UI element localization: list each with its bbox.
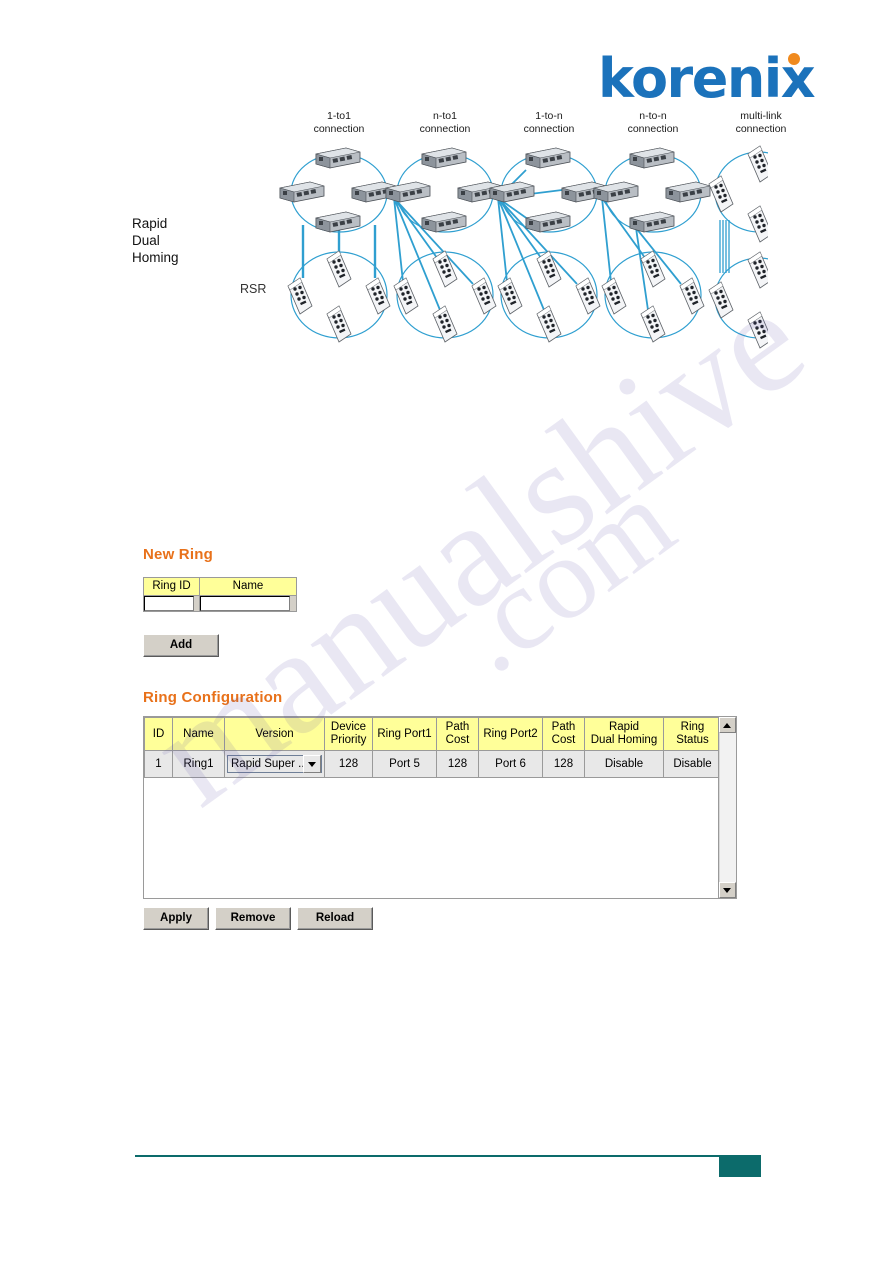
diagram-canvas bbox=[279, 145, 768, 349]
arrow-down-icon bbox=[723, 887, 732, 893]
col-header-device-priority-line2: Priority bbox=[330, 734, 367, 746]
cell-name: Ring1 bbox=[172, 750, 225, 778]
cell-device-priority: 128 bbox=[324, 750, 373, 778]
cell-version[interactable]: Rapid Super ... bbox=[224, 750, 325, 778]
ring-name-input[interactable] bbox=[200, 596, 290, 611]
logo-dot-icon bbox=[788, 53, 801, 65]
cell-ring-port1: Port 5 bbox=[372, 750, 437, 778]
rapid-dual-homing-diagram: 1-to1 connection n-to1 connection 1-to-n… bbox=[128, 110, 786, 360]
cell-ring-status: Disable bbox=[663, 750, 718, 778]
cell-ring-port2: Port 6 bbox=[478, 750, 543, 778]
new-ring-header-row: Ring ID Name bbox=[143, 577, 297, 596]
col-header-ring-status-line1: Ring bbox=[680, 721, 705, 733]
col-header-ring-port1-line1: Ring Port1 bbox=[377, 727, 432, 740]
ring-configuration-heading: Ring Configuration bbox=[143, 689, 283, 706]
col-header-path-cost-1: Path Cost bbox=[436, 717, 479, 751]
col-header-id-line1: ID bbox=[152, 727, 165, 740]
page-number-box bbox=[719, 1155, 761, 1177]
version-select[interactable]: Rapid Super ... bbox=[227, 755, 322, 773]
add-button[interactable]: Add bbox=[143, 634, 219, 657]
diagram-group-multi-link bbox=[708, 145, 768, 349]
watermark-text-secondary: .com bbox=[431, 454, 697, 698]
col-header-ring-port1: Ring Port1 bbox=[372, 717, 437, 751]
cell-path-cost-2: 128 bbox=[542, 750, 585, 778]
col-header-path-cost-2-line1: Path bbox=[551, 721, 576, 733]
new-ring-heading: New Ring bbox=[143, 546, 213, 563]
remove-button[interactable]: Remove bbox=[215, 907, 291, 930]
chevron-down-icon[interactable] bbox=[303, 755, 321, 773]
apply-button[interactable]: Apply bbox=[143, 907, 209, 930]
diagram-group-1-to-n bbox=[489, 147, 607, 343]
version-select-value: Rapid Super ... bbox=[231, 758, 303, 770]
new-ring-header-name: Name bbox=[199, 577, 297, 596]
korenix-logo: korenix bbox=[598, 52, 816, 106]
cell-id: 1 bbox=[144, 750, 173, 778]
col-header-rapid-dual-homing: Rapid Dual Homing bbox=[584, 717, 664, 751]
cell-path-cost-1: 128 bbox=[436, 750, 479, 778]
logo-text: korenix bbox=[598, 47, 816, 110]
col-header-id: ID bbox=[144, 717, 173, 751]
new-ring-name-cell bbox=[199, 595, 297, 612]
col-header-ring-port2: Ring Port2 bbox=[478, 717, 543, 751]
col-header-rapid-dual-homing-line2: Dual Homing bbox=[590, 734, 658, 746]
new-ring-header-ring-id: Ring ID bbox=[143, 577, 200, 596]
new-ring-ring-id-cell bbox=[143, 595, 200, 612]
col-header-path-cost-2: Path Cost bbox=[542, 717, 585, 751]
ring-configuration-table-area: ID Name Version Device Priority Ring Por… bbox=[144, 717, 718, 898]
diagram-group-n-to-n bbox=[593, 147, 711, 343]
logo-wordmark: korenix bbox=[598, 52, 816, 106]
arrow-up-icon bbox=[723, 722, 732, 728]
col-header-device-priority: Device Priority bbox=[324, 717, 373, 751]
scrollbar-track[interactable] bbox=[718, 733, 736, 882]
col-header-name: Name bbox=[172, 717, 225, 751]
col-header-path-cost-2-line2: Cost bbox=[551, 734, 576, 746]
col-header-ring-status-line2: Status bbox=[676, 734, 709, 746]
reload-button[interactable]: Reload bbox=[297, 907, 373, 930]
ring-id-input[interactable] bbox=[144, 596, 194, 611]
col-header-path-cost-1-line2: Cost bbox=[445, 734, 470, 746]
table-scrollbar[interactable] bbox=[717, 717, 736, 898]
col-header-name-line1: Name bbox=[183, 727, 214, 740]
cell-rapid-dual-homing: Disable bbox=[584, 750, 664, 778]
col-header-version: Version bbox=[224, 717, 325, 751]
ring-configuration-table: ID Name Version Device Priority Ring Por… bbox=[144, 717, 718, 778]
table-row[interactable]: 1 Ring1 Rapid Super ... 128 Port 5 128 P… bbox=[144, 750, 718, 778]
footer-divider bbox=[135, 1155, 760, 1157]
ring-configuration-panel: ID Name Version Device Priority Ring Por… bbox=[143, 716, 737, 899]
col-header-device-priority-line1: Device bbox=[330, 721, 367, 733]
diagram-group-n-to-1 bbox=[385, 147, 503, 343]
col-header-path-cost-1-line1: Path bbox=[445, 721, 470, 733]
ring-configuration-header-row: ID Name Version Device Priority Ring Por… bbox=[144, 717, 718, 751]
new-ring-input-row bbox=[143, 595, 297, 612]
new-ring-table: Ring ID Name bbox=[143, 577, 297, 612]
scroll-up-button[interactable] bbox=[718, 717, 736, 733]
col-header-rapid-dual-homing-line1: Rapid bbox=[608, 721, 640, 733]
col-header-ring-status: Ring Status bbox=[663, 717, 718, 751]
diagram-group-1-to-1 bbox=[279, 147, 397, 343]
col-header-ring-port2-line1: Ring Port2 bbox=[483, 727, 538, 740]
scroll-down-button[interactable] bbox=[718, 882, 736, 898]
col-header-version-line1: Version bbox=[255, 727, 294, 740]
